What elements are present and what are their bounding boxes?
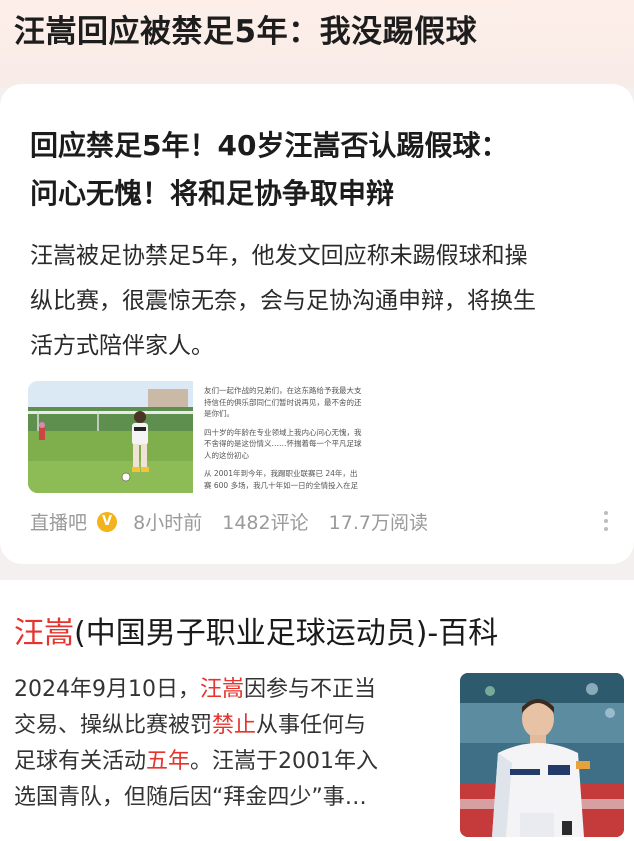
summary-line: 足球有关活动五年。汪嵩于2001年入: [14, 744, 444, 780]
read-count: 17.7万阅读: [328, 512, 428, 534]
text-segment: 交易、操纵比赛被罚: [14, 713, 213, 738]
post-paragraph: 四十岁的年龄在专业领域上我内心问心无愧，我不舍得的是这份情义……怀揣着每一个平凡…: [204, 427, 362, 460]
news-headline[interactable]: 回应禁足5年！40岁汪嵩否认踢假球： 问心无愧！将和足协争取申辩: [30, 122, 620, 218]
news-media[interactable]: 友们一起作战的兄弟们，在这东路给予我最大支持信任的俱乐部同仁们暂时说再见，最不舍…: [28, 381, 363, 493]
encyclopedia-summary: 2024年9月10日，汪嵩因参与不正当 交易、操纵比赛被罚禁止从事任何与 足球有…: [14, 672, 444, 816]
more-options-icon[interactable]: [602, 508, 610, 536]
encyclopedia-card[interactable]: 汪嵩(中国男子职业足球运动员)-百科 2024年9月10日，汪嵩因参与不正当 交…: [0, 580, 634, 841]
post-paragraph: 从 2001年到今年，我踢职业联赛已 24年，出赛 600 多场，我几十年如一日…: [204, 469, 359, 490]
text-segment: 2024年9月10日，: [14, 677, 200, 702]
player-training-photo: [28, 381, 193, 493]
highlight-segment: 禁止: [212, 713, 257, 738]
title-highlight: 汪嵩: [14, 616, 74, 651]
summary-line: 2024年9月10日，汪嵩因参与不正当: [14, 672, 444, 708]
source-name[interactable]: 直播吧: [30, 508, 87, 535]
text-segment: 足球有关活动: [14, 749, 147, 774]
news-card[interactable]: 回应禁足5年！40岁汪嵩否认踢假球： 问心无愧！将和足协争取申辩 汪嵩被足协禁足…: [0, 84, 634, 564]
post-text-preview: 友们一起作战的兄弟们，在这东路给予我最大支持信任的俱乐部同仁们暂时说再见，最不舍…: [204, 385, 362, 491]
comment-count: 1482评论: [222, 512, 309, 534]
news-meta: 直播吧 V 8小时前 1482评论 17.7万阅读: [30, 508, 610, 536]
highlight-segment: 五年: [146, 749, 191, 774]
page-title: 汪嵩回应被禁足5年：我没踢假球: [14, 14, 478, 50]
verified-icon: V: [97, 511, 118, 532]
summary-line: 活方式陪伴家人。: [30, 333, 214, 359]
title-rest: (中国男子职业足球运动员)-百科: [74, 616, 499, 651]
publish-time: 8小时前: [133, 512, 203, 534]
summary-line: 交易、操纵比赛被罚禁止从事任何与: [14, 708, 444, 744]
headline-line: 回应禁足5年！40岁汪嵩否认踢假球：: [30, 129, 509, 162]
text-segment: 因参与不正当: [244, 677, 377, 702]
text-segment: 选国青队，但随后因“拜金四少”事…: [14, 785, 367, 810]
headline-line: 问心无愧！将和足协争取申辩: [30, 177, 395, 210]
post-paragraph: 友们一起作战的兄弟们，在这东路给予我最大支持信任的俱乐部同仁们暂时说再见，最不舍…: [204, 386, 362, 418]
encyclopedia-title[interactable]: 汪嵩(中国男子职业足球运动员)-百科: [14, 608, 498, 652]
summary-line: 纵比赛，很震惊无奈，会与足协沟通申辩，将换生: [30, 288, 536, 314]
text-segment: 从事任何与: [256, 713, 367, 738]
highlight-segment: 汪嵩: [199, 677, 244, 702]
summary-line: 选国青队，但随后因“拜金四少”事…: [14, 780, 444, 816]
summary-line: 汪嵩被足协禁足5年，他发文回应称未踢假球和操: [30, 243, 528, 269]
player-portrait-photo[interactable]: [460, 673, 624, 837]
text-segment: 。汪嵩于2001年入: [190, 749, 379, 774]
news-summary: 汪嵩被足协禁足5年，他发文回应称未踢假球和操 纵比赛，很震惊无奈，会与足协沟通申…: [30, 234, 620, 369]
